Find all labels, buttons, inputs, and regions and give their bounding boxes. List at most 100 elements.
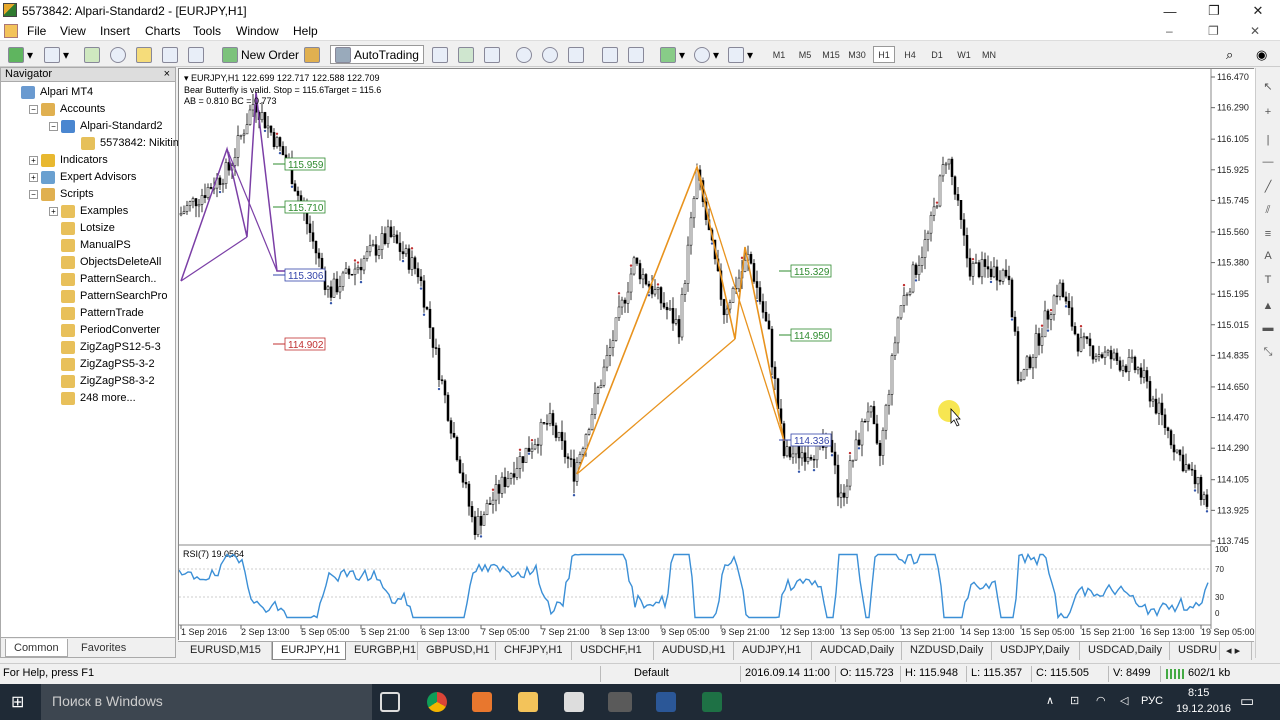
menu-tools[interactable]: Tools <box>193 24 221 38</box>
tf-h1[interactable]: H1 <box>873 46 895 63</box>
rectangle-icon[interactable]: ▬ <box>1261 322 1275 336</box>
navigator-item[interactable]: ObjectsDeleteAll <box>61 254 161 270</box>
notifications-icon[interactable]: ▭ <box>1240 692 1254 710</box>
trendline-icon[interactable]: ╱ <box>1261 180 1275 194</box>
templates-button[interactable]: ▾ <box>728 45 753 64</box>
chart-tab[interactable]: USDJPY,Daily <box>992 642 1080 660</box>
tray-volume-icon[interactable]: ◁ <box>1120 694 1128 707</box>
navigator-item[interactable]: Examples <box>61 203 128 219</box>
tree-expander-icon[interactable]: − <box>29 190 38 199</box>
restore-button[interactable]: ❐ <box>1192 0 1236 22</box>
chart-tab[interactable]: USDRU <box>1170 642 1220 660</box>
navigator-item[interactable]: Lotsize <box>61 220 115 236</box>
tf-h4[interactable]: H4 <box>899 46 921 63</box>
text-tool-icon[interactable]: A <box>1261 250 1275 264</box>
tree-expander-icon[interactable]: + <box>29 156 38 165</box>
chart-tab[interactable]: EURUSD,M15 <box>182 642 272 660</box>
tree-expander-icon[interactable]: + <box>29 173 38 182</box>
chart-tab[interactable]: GBPUSD,H1 <box>418 642 496 660</box>
navigator-item[interactable]: ZigZagPS12-5-3 <box>61 339 161 355</box>
menu-view[interactable]: View <box>60 24 86 38</box>
chrome-icon[interactable] <box>427 692 447 712</box>
navigator-item[interactable]: PeriodConverter <box>61 322 160 338</box>
tray-date[interactable]: 19.12.2016 <box>1176 703 1231 715</box>
navigator-item[interactable]: PatternSearch.. <box>61 271 156 287</box>
menu-charts[interactable]: Charts <box>145 24 180 38</box>
menu-file[interactable]: File <box>27 24 46 38</box>
file-explorer-icon[interactable] <box>518 692 538 712</box>
fibo-icon[interactable]: ≡ <box>1261 228 1275 242</box>
arrows-icon[interactable]: ⤡ <box>1261 346 1275 360</box>
navigator-close-icon[interactable]: × <box>164 68 170 80</box>
zoom-out-button[interactable] <box>542 45 561 64</box>
excel-icon[interactable] <box>702 692 722 712</box>
candlestick-button[interactable] <box>458 45 477 64</box>
arrow-up-icon[interactable]: ▲ <box>1261 300 1275 314</box>
document-icon[interactable] <box>4 24 18 38</box>
tf-m15[interactable]: M15 <box>820 46 842 63</box>
line-chart-button[interactable] <box>484 45 503 64</box>
tf-mn[interactable]: MN <box>978 46 1000 63</box>
navigator-item[interactable]: Expert Advisors <box>41 169 136 185</box>
navigator-item[interactable]: Alpari MT4 <box>21 84 93 100</box>
close-button[interactable]: ✕ <box>1236 0 1280 22</box>
task-view-icon[interactable] <box>380 692 400 712</box>
zoom-in-button[interactable] <box>516 45 535 64</box>
tab-common[interactable]: Common <box>5 639 68 657</box>
metaeditor-button[interactable] <box>304 45 323 64</box>
auto-scroll-button[interactable] <box>602 45 621 64</box>
market-watch-button[interactable] <box>84 45 103 64</box>
crosshair-tool-icon[interactable]: + <box>1261 106 1275 120</box>
chart-window[interactable]: 116.470 116.290 116.105 115.925 115.745 115.5… <box>178 68 1255 641</box>
mt4-taskbar-icon[interactable] <box>608 692 632 712</box>
navigator-button[interactable] <box>136 45 155 64</box>
search-icon[interactable]: ⌕ <box>1226 45 1233 64</box>
tester-button[interactable] <box>188 45 207 64</box>
restore-child-icon[interactable]: ❐ <box>1208 24 1219 38</box>
new-chart-button[interactable]: ▾ <box>8 45 33 64</box>
indicators-button[interactable]: ▾ <box>660 45 685 64</box>
windows-start-icon[interactable]: ⊞ <box>11 692 31 712</box>
tray-time[interactable]: 8:15 <box>1188 687 1209 699</box>
navigator-item[interactable]: 5573842: Nikitin A <box>81 135 189 151</box>
chart-tab[interactable]: EURJPY,H1 <box>272 642 346 660</box>
chart-tab[interactable]: USDCAD,Daily <box>1080 642 1170 660</box>
chart-tab[interactable]: AUDUSD,H1 <box>654 642 734 660</box>
tf-m1[interactable]: M1 <box>768 46 790 63</box>
menu-help[interactable]: Help <box>293 24 318 38</box>
vertical-line-icon[interactable]: | <box>1261 134 1275 148</box>
price-chart[interactable]: 116.470 116.290 116.105 115.925 115.745 115.5… <box>178 69 1255 641</box>
tray-wifi-icon[interactable]: ◠ <box>1096 694 1106 707</box>
tab-favorites[interactable]: Favorites <box>73 639 134 657</box>
cursor-icon[interactable]: ↖ <box>1261 80 1275 94</box>
channel-icon[interactable]: ⫽ <box>1261 204 1275 218</box>
tray-network-icon[interactable]: ⊡ <box>1070 694 1079 707</box>
chart-tab[interactable]: NZDUSD,Daily <box>902 642 992 660</box>
tf-w1[interactable]: W1 <box>953 46 975 63</box>
chart-tab[interactable]: EURGBP,H1 <box>346 642 418 660</box>
autotrading-button[interactable]: AutoTrading <box>330 45 424 64</box>
chart-tab[interactable]: CHFJPY,H1 <box>496 642 572 660</box>
chart-tab[interactable]: AUDCAD,Daily <box>812 642 902 660</box>
navigator-item[interactable]: Accounts <box>41 101 105 117</box>
navigator-item[interactable]: Alpari-Standard2 <box>61 118 163 134</box>
tree-expander-icon[interactable]: − <box>29 105 38 114</box>
label-tool-icon[interactable]: T <box>1261 274 1275 288</box>
chart-tab[interactable]: USDCHF,H1 <box>572 642 654 660</box>
tray-chevron-icon[interactable]: ∧ <box>1046 694 1054 707</box>
tray-language[interactable]: РУС <box>1141 695 1163 707</box>
navigator-item[interactable]: PatternTrade <box>61 305 144 321</box>
navigator-item[interactable]: ManualPS <box>61 237 131 253</box>
tree-expander-icon[interactable]: − <box>49 122 58 131</box>
navigator-item[interactable]: ZigZagPS8-3-2 <box>61 373 155 389</box>
word-icon[interactable] <box>656 692 676 712</box>
menu-insert[interactable]: Insert <box>100 24 130 38</box>
minimize-child-icon[interactable]: – <box>1166 24 1173 38</box>
menu-window[interactable]: Window <box>236 24 279 38</box>
app-orange-icon[interactable] <box>472 692 492 712</box>
navigator-item[interactable]: 248 more... <box>61 390 136 406</box>
navigator-item[interactable]: PatternSearchPro <box>61 288 167 304</box>
tile-windows-button[interactable] <box>568 45 587 64</box>
terminal-button[interactable] <box>162 45 181 64</box>
minimize-button[interactable]: — <box>1148 0 1192 22</box>
